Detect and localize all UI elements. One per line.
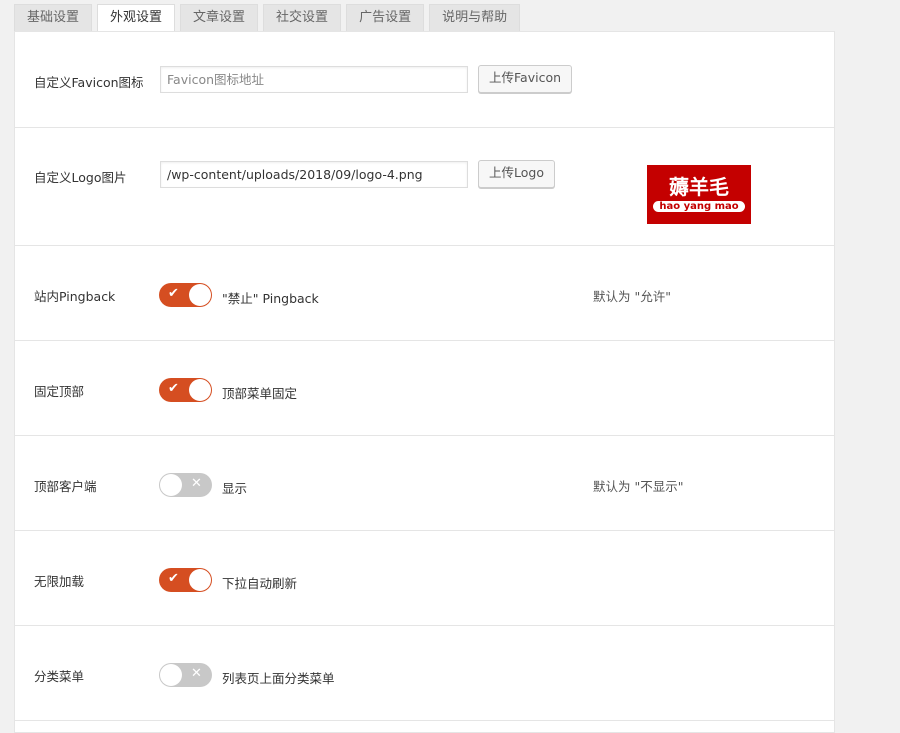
tab-social[interactable]: 社交设置: [263, 4, 342, 31]
toggle-row: 顶部客户端 ✕ 显示 默认为 "不显示": [15, 435, 834, 531]
logo-preview: 薅羊毛 hao yang mao: [647, 165, 751, 224]
default-note: 默认为 "允许": [593, 289, 671, 304]
favicon-input[interactable]: [160, 66, 468, 93]
toggle-knob: [189, 569, 211, 591]
toggle-text: 显示: [222, 481, 248, 496]
toggle-knob: [189, 284, 211, 306]
toggle-knob: [189, 379, 211, 401]
check-icon: ✔: [168, 571, 179, 586]
toggle-switch[interactable]: ✕: [159, 663, 212, 687]
toggle-row: 无限加载 ✔ 下拉自动刷新: [15, 530, 834, 626]
toggle-switch[interactable]: ✔: [159, 568, 212, 592]
x-icon: ✕: [191, 476, 202, 491]
toggle-switch[interactable]: ✔: [159, 378, 212, 402]
toggle-switch[interactable]: ✕: [159, 473, 212, 497]
toggle-label: 分类菜单: [34, 669, 85, 684]
logo-row: 自定义Logo图片 上传Logo 薅羊毛 hao yang mao: [15, 127, 834, 246]
toggle-text: 列表页上面分类菜单: [222, 671, 335, 686]
toggle-knob: [160, 474, 182, 496]
upload-logo-button[interactable]: 上传Logo: [478, 160, 555, 188]
check-icon: ✔: [168, 286, 179, 301]
logo-input[interactable]: [160, 161, 468, 188]
toggle-row: 站内Pingback ✔ "禁止" Pingback 默认为 "允许": [15, 245, 834, 341]
settings-panel: 自定义Favicon图标 上传Favicon 自定义Logo图片 上传Logo …: [14, 31, 835, 733]
tab-ads[interactable]: 广告设置: [346, 4, 425, 31]
tab-bar: 基础设置 外观设置 文章设置 社交设置 广告设置 说明与帮助: [14, 4, 521, 33]
tab-basic[interactable]: 基础设置: [14, 4, 93, 31]
toggle-knob: [160, 664, 182, 686]
upload-favicon-button[interactable]: 上传Favicon: [478, 65, 573, 93]
toggle-row: 固定顶部 ✔ 顶部菜单固定: [15, 340, 834, 436]
toggle-text: 下拉自动刷新: [222, 576, 298, 591]
toggle-text: "禁止" Pingback: [222, 291, 319, 306]
toggle-switch[interactable]: ✔: [159, 283, 212, 307]
tab-appearance[interactable]: 外观设置: [97, 4, 176, 33]
favicon-label: 自定义Favicon图标: [34, 75, 144, 90]
logo-text: 薅羊毛: [669, 175, 729, 199]
toggle-row: 分类菜单 ✕ 列表页上面分类菜单: [15, 625, 834, 721]
toggle-text: 顶部菜单固定: [222, 386, 298, 401]
toggle-label: 无限加载: [34, 574, 85, 589]
toggle-label: 站内Pingback: [34, 289, 116, 304]
x-icon: ✕: [191, 666, 202, 681]
toggle-label: 固定顶部: [34, 384, 85, 399]
check-icon: ✔: [168, 381, 179, 396]
tab-article[interactable]: 文章设置: [180, 4, 259, 31]
logo-subtext: hao yang mao: [653, 201, 745, 212]
favicon-row: 自定义Favicon图标 上传Favicon: [15, 32, 834, 128]
default-note: 默认为 "不显示": [593, 479, 684, 494]
logo-label: 自定义Logo图片: [34, 170, 127, 185]
toggle-label: 顶部客户端: [34, 479, 97, 494]
tab-help[interactable]: 说明与帮助: [429, 4, 521, 31]
